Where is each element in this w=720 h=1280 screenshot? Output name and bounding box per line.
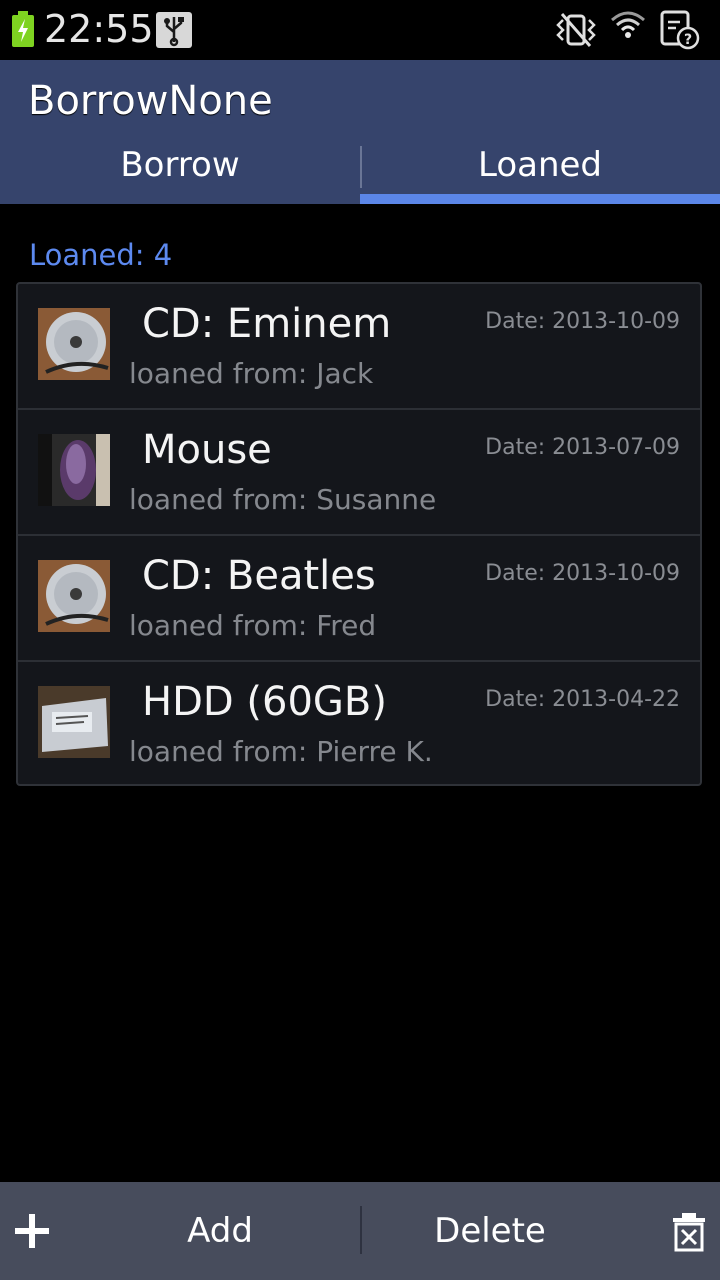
- list-item[interactable]: CD: Eminem loaned from: Jack Date: 2013-…: [18, 284, 700, 410]
- tab-loaned[interactable]: Loaned: [360, 140, 720, 196]
- item-loaned-from: loaned from: Fred: [129, 609, 377, 642]
- item-date: Date: 2013-07-09: [485, 435, 680, 460]
- bottom-divider: [360, 1206, 362, 1254]
- usb-icon: [156, 12, 192, 48]
- item-title: CD: Eminem: [142, 301, 392, 347]
- add-button[interactable]: Add: [90, 1196, 350, 1266]
- screen: 22:55 ? BorrowNone Borrow Loaned Loaned:…: [0, 0, 720, 1280]
- status-bar: 22:55 ?: [0, 0, 720, 60]
- item-loaned-from: loaned from: Pierre K.: [129, 735, 433, 768]
- delete-button[interactable]: Delete: [370, 1196, 610, 1266]
- trash-icon[interactable]: [670, 1212, 708, 1252]
- vibrate-icon: [556, 13, 596, 47]
- item-date: Date: 2013-10-09: [485, 561, 680, 586]
- svg-text:?: ?: [684, 32, 692, 48]
- item-date: Date: 2013-10-09: [485, 309, 680, 334]
- clock: 22:55: [44, 7, 154, 51]
- mouse-thumbnail: [38, 434, 110, 506]
- loaned-count-header: Loaned: 4: [29, 238, 173, 272]
- plus-icon[interactable]: [14, 1212, 50, 1250]
- list-item[interactable]: Mouse loaned from: Susanne Date: 2013-07…: [18, 410, 700, 536]
- battery-charging-icon: [12, 11, 34, 47]
- loaned-list: CD: Eminem loaned from: Jack Date: 2013-…: [16, 282, 702, 786]
- tab-selected-indicator: [360, 194, 720, 204]
- wifi-icon: [611, 11, 645, 38]
- sync-error-icon: ?: [660, 10, 700, 50]
- item-title: HDD (60GB): [142, 679, 387, 725]
- cd-thumbnail: [38, 560, 110, 632]
- list-item[interactable]: HDD (60GB) loaned from: Pierre K. Date: …: [18, 662, 700, 784]
- item-title: CD: Beatles: [142, 553, 376, 599]
- item-loaned-from: loaned from: Susanne: [129, 483, 437, 516]
- app-title: BorrowNone: [28, 78, 273, 124]
- item-title: Mouse: [142, 427, 272, 473]
- hdd-thumbnail: [38, 686, 110, 758]
- cd-thumbnail: [38, 308, 110, 380]
- item-loaned-from: loaned from: Jack: [129, 357, 374, 390]
- tab-borrow[interactable]: Borrow: [0, 140, 360, 196]
- item-date: Date: 2013-04-22: [485, 687, 680, 712]
- list-item[interactable]: CD: Beatles loaned from: Fred Date: 2013…: [18, 536, 700, 662]
